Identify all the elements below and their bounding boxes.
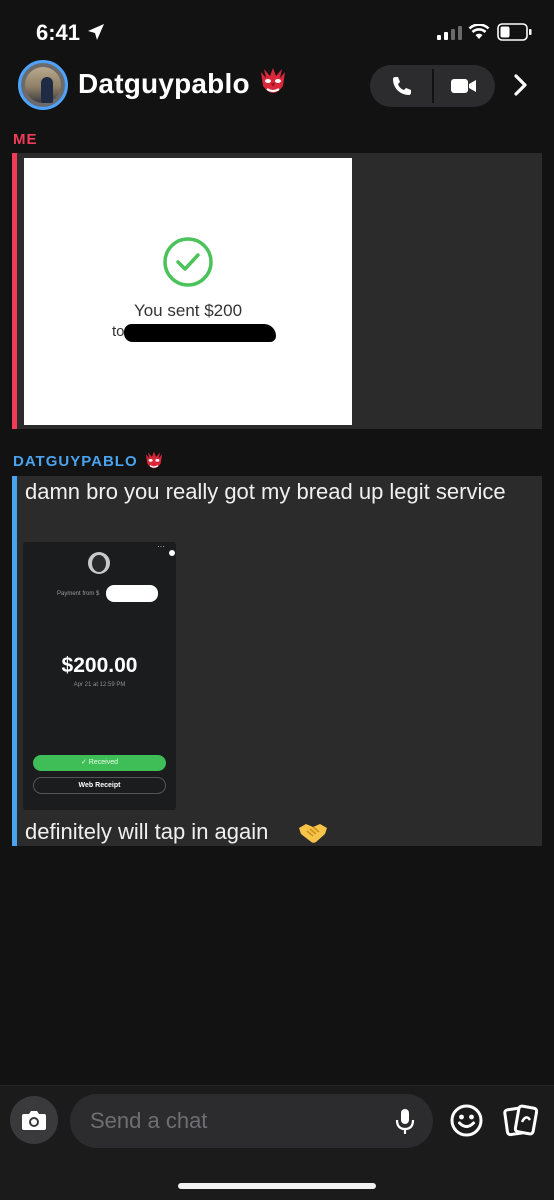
redaction-scribble — [124, 324, 276, 342]
payment-avatar-face — [92, 555, 106, 572]
chat-composer-bar — [0, 1085, 554, 1200]
chevron-right-icon[interactable] — [513, 74, 529, 96]
payment-avatar — [88, 552, 110, 574]
check-circle-icon — [163, 237, 213, 287]
phone-icon[interactable] — [390, 74, 414, 98]
status-time: 6:41 — [36, 20, 81, 45]
message-me: You sent $200 to — [12, 153, 542, 429]
call-divider — [432, 69, 434, 103]
sent-to-label: to — [112, 323, 125, 340]
location-arrow-icon — [88, 24, 104, 40]
sent-amount-text: You sent $200 — [133, 301, 243, 320]
avatar-figure — [41, 77, 53, 103]
payment-corner-dot — [169, 550, 175, 556]
sent-receipt-image[interactable]: You sent $200 to — [24, 158, 352, 425]
goblin-emoji-icon — [261, 68, 285, 93]
avatar-photo — [25, 67, 61, 103]
camera-button[interactable] — [10, 1096, 58, 1144]
chat-header: Datguypablo — [0, 58, 554, 118]
chat-input[interactable] — [70, 1094, 433, 1148]
payment-screenshot-image[interactable]: ··· Payment from $ $200.00 Apr 21 at 12:… — [23, 542, 176, 810]
wifi-icon — [468, 24, 490, 39]
payment-amount: $200.00 — [61, 654, 138, 677]
sender-label-them: DATGUYPABLO — [13, 453, 138, 470]
battery-icon — [497, 23, 532, 41]
status-bar: 6:41 — [0, 0, 554, 62]
call-button-group — [370, 65, 495, 107]
handshake-icon — [299, 824, 327, 843]
message-text: damn bro you really got my bread up legi… — [25, 479, 506, 504]
video-icon[interactable] — [450, 76, 478, 96]
camera-icon — [22, 1111, 46, 1130]
signal-icon — [437, 26, 462, 40]
mic-icon[interactable] — [395, 1108, 415, 1136]
sender-label-me: ME — [13, 131, 38, 148]
contact-avatar[interactable] — [18, 60, 68, 110]
payment-date: Apr 21 at 12:59 PM — [73, 682, 126, 688]
cards-icon[interactable] — [503, 1104, 539, 1138]
goblin-emoji-icon — [146, 451, 162, 469]
home-indicator — [178, 1183, 376, 1189]
payment-from-text: Payment from $ — [57, 591, 100, 597]
message-them: damn bro you really got my bread up legi… — [12, 476, 542, 846]
smiley-icon[interactable] — [450, 1104, 483, 1137]
payment-menu-dots: ··· — [157, 542, 165, 551]
web-receipt-button: Web Receipt — [33, 777, 166, 794]
redaction-scribble — [106, 585, 158, 602]
message-text: definitely will tap in again — [25, 819, 269, 844]
contact-name[interactable]: Datguypablo — [78, 68, 250, 100]
payment-received-badge: ✓ Received — [33, 755, 166, 771]
